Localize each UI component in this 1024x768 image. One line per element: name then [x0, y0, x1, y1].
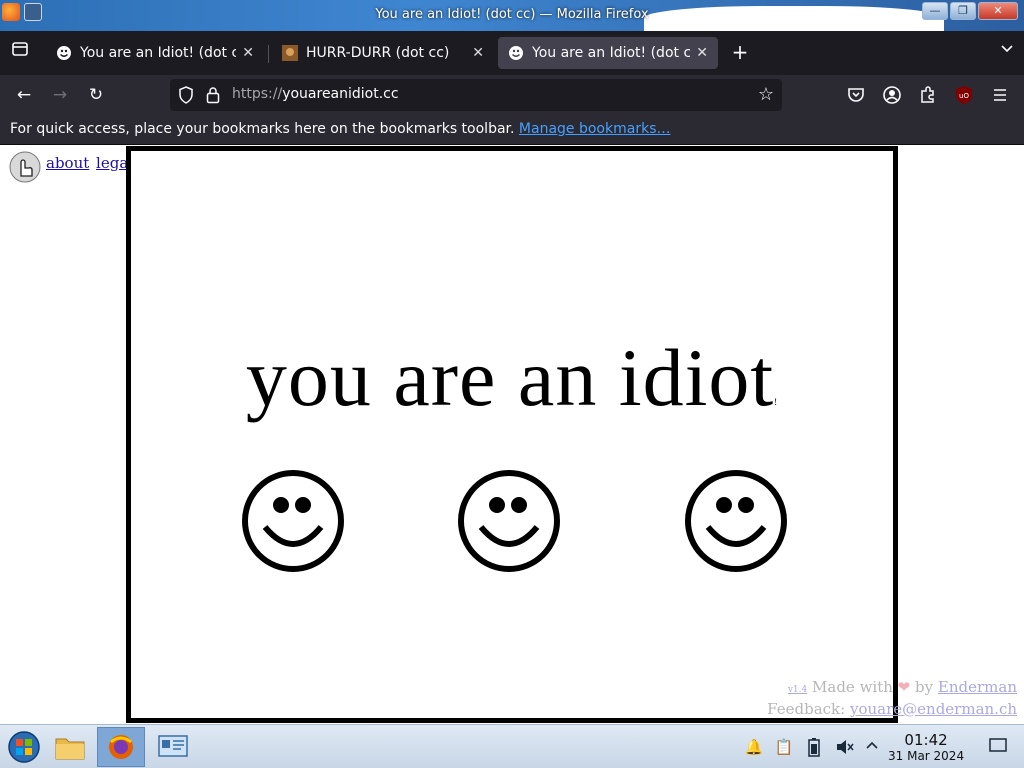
chevron-up-icon[interactable]	[862, 737, 882, 757]
tab-strip: You are an Idiot! (dot cc) ✕ HURR-DURR (…	[0, 31, 1024, 75]
smiley-favicon-icon	[508, 45, 524, 61]
made-with-text: Made with	[812, 678, 893, 696]
close-icon[interactable]: ✕	[978, 2, 1018, 20]
cursor-hand-icon	[8, 150, 42, 184]
svg-text:uO: uO	[959, 92, 969, 100]
bookmark-star-icon[interactable]: ☆	[758, 84, 774, 105]
window-title: You are an Idiot! (dot cc) — Mozilla Fir…	[375, 7, 649, 22]
clock-time: 01:42	[904, 731, 948, 749]
smiley-face-icon	[242, 470, 344, 572]
close-tab-icon[interactable]: ✕	[472, 45, 484, 61]
clipboard-icon[interactable]: 📋	[774, 737, 794, 757]
shield-icon[interactable]	[178, 86, 194, 108]
chevron-down-icon[interactable]	[1000, 41, 1014, 59]
window-titlebar: You are an Idiot! (dot cc) — Mozilla Fir…	[0, 0, 1024, 31]
maximize-icon[interactable]: ❐	[950, 2, 976, 20]
version-link[interactable]: v1.4	[788, 685, 807, 695]
new-tab-button[interactable]: +	[728, 39, 752, 67]
close-tab-icon[interactable]: ✕	[242, 45, 254, 61]
start-button[interactable]	[0, 727, 48, 767]
by-text: by	[915, 678, 934, 696]
smiley-face-icon	[458, 470, 560, 572]
url-host: youareanidiot.cc	[282, 86, 399, 102]
hurr-durr-favicon-icon	[282, 45, 298, 61]
headline-text: you are an idiot	[245, 332, 775, 423]
mute-icon[interactable]	[834, 737, 854, 757]
window-controls: — ❐ ✕	[922, 2, 1018, 20]
about-link[interactable]: about	[46, 154, 89, 172]
reload-icon[interactable]: ↻	[82, 81, 110, 109]
idiot-popup-window[interactable]: you are an idiot!	[126, 146, 898, 723]
tab-label: You are an Idiot! (dot cc)	[532, 45, 691, 61]
pocket-icon[interactable]	[846, 85, 866, 105]
file-manager-button[interactable]	[46, 727, 94, 767]
firefox-view-button[interactable]	[6, 39, 34, 67]
firefox-view-icon	[12, 42, 28, 56]
page-content: about legacy safe you are an idiot! v1.4…	[0, 146, 1024, 724]
account-icon[interactable]	[882, 85, 902, 105]
navigation-toolbar: ← → ↻ https://youareanidiot.cc ☆ uO	[0, 75, 1024, 115]
url-text[interactable]: https://youareanidiot.cc	[232, 86, 399, 102]
extensions-icon[interactable]	[918, 85, 938, 105]
battery-icon[interactable]	[804, 737, 824, 757]
start-orb-icon	[8, 731, 40, 763]
bookmarks-hint-text: For quick access, place your bookmarks h…	[10, 121, 515, 137]
feedback-label: Feedback:	[767, 700, 846, 718]
lock-icon[interactable]	[206, 86, 220, 108]
bookmarks-toolbar: For quick access, place your bookmarks h…	[0, 115, 1024, 145]
headline: you are an idiot!	[131, 331, 893, 425]
tab-idiot-active[interactable]: You are an Idiot! (dot cc) ✕	[498, 37, 718, 69]
credits-feedback: Feedback: youare@enderman.ch	[767, 700, 1017, 719]
back-icon[interactable]: ←	[10, 81, 38, 109]
ublock-icon[interactable]: uO	[954, 85, 974, 105]
author-link[interactable]: Enderman	[938, 678, 1017, 696]
control-panel-button[interactable]	[149, 727, 197, 767]
feedback-email-link[interactable]: youare@enderman.ch	[850, 700, 1017, 718]
close-tab-icon[interactable]: ✕	[696, 45, 708, 61]
smiley-face-icon	[685, 470, 787, 572]
taskbar: 🔔 📋 01:42 31 Mar 2024	[0, 724, 1024, 768]
manage-bookmarks-link[interactable]: Manage bookmarks…	[519, 121, 671, 137]
tab-idiot-1[interactable]: You are an Idiot! (dot cc) ✕	[46, 37, 264, 69]
clock-date: 31 Mar 2024	[888, 749, 965, 763]
firefox-icon	[109, 735, 133, 759]
menu-icon[interactable]	[990, 85, 1010, 105]
headline-suffix: !	[774, 397, 779, 407]
firefox-taskbar-button[interactable]	[97, 727, 145, 767]
url-protocol: https://	[232, 86, 283, 102]
show-desktop-icon[interactable]	[988, 737, 1008, 757]
forward-icon[interactable]: →	[46, 81, 74, 109]
minimize-icon[interactable]: —	[922, 2, 948, 20]
address-bar[interactable]: https://youareanidiot.cc ☆	[170, 79, 782, 111]
bell-icon[interactable]: 🔔	[744, 737, 764, 757]
tab-label: HURR-DURR (dot cc)	[306, 45, 450, 61]
smiley-favicon-icon	[56, 45, 72, 61]
credits-made-with: v1.4 Made with ❤ by Enderman	[767, 678, 1017, 700]
credits: v1.4 Made with ❤ by Enderman Feedback: y…	[767, 678, 1017, 719]
heart-icon: ❤	[897, 678, 911, 696]
tab-label: You are an Idiot! (dot cc)	[80, 45, 237, 61]
clock[interactable]: 01:42 31 Mar 2024	[888, 731, 964, 763]
tab-hurr-durr[interactable]: HURR-DURR (dot cc) ✕	[272, 37, 494, 69]
control-panel-icon	[158, 735, 188, 757]
folder-icon	[55, 738, 85, 760]
tab-separator	[268, 45, 269, 63]
